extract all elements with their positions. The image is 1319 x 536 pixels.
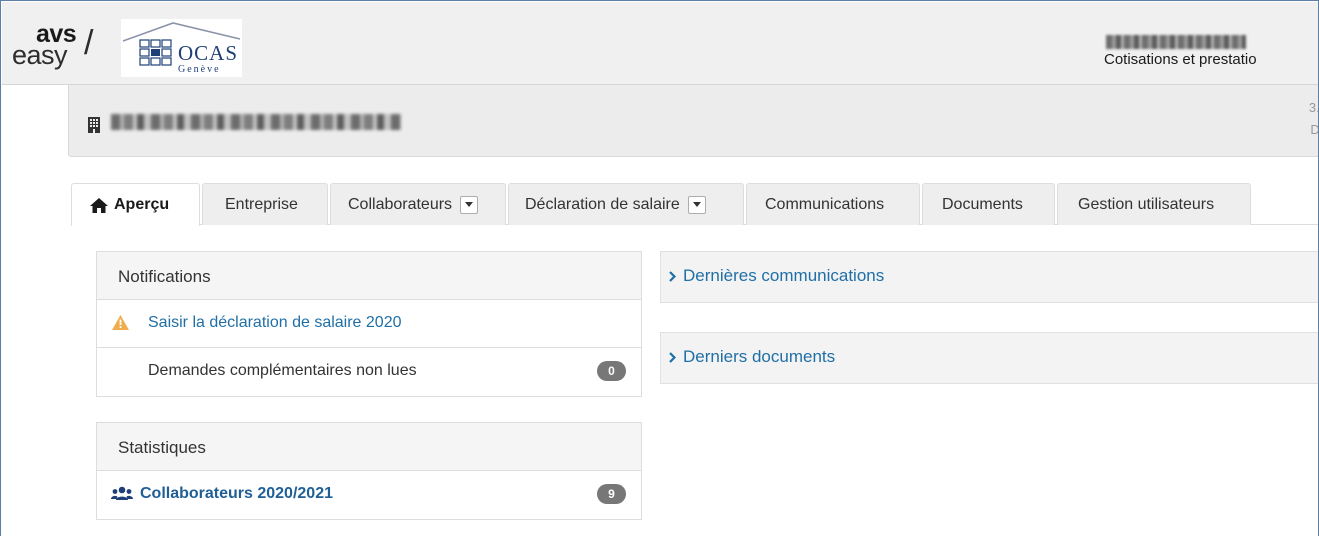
section-title[interactable]: Derniers documents	[669, 347, 836, 367]
logo-separator: /	[84, 24, 94, 62]
user-menu[interactable]: Cotisations et prestatio	[1104, 35, 1318, 68]
main-tabs: Aperçu Entreprise Collaborateurs Déclara…	[71, 183, 1318, 226]
tab-collaborateurs[interactable]: Collaborateurs	[330, 183, 506, 225]
company-header: 3.2 De	[68, 85, 1319, 157]
statistics-title: Statistiques	[97, 423, 641, 471]
notifications-title: Notifications	[97, 252, 641, 300]
tab-communications[interactable]: Communications	[746, 183, 920, 225]
company-meta-line1: 3.2	[1308, 100, 1318, 115]
chevron-down-icon[interactable]	[460, 195, 479, 214]
building-icon	[88, 117, 100, 133]
tab-gestion-utilisateurs[interactable]: Gestion utilisateurs	[1057, 183, 1251, 225]
notifications-panel: Notifications Saisir la déclaration de s…	[96, 251, 642, 397]
chevron-right-icon	[669, 352, 676, 363]
logo-easy-text: easy	[12, 40, 68, 70]
company-meta: 3.2 De	[1287, 97, 1319, 141]
user-name-redacted	[1106, 35, 1246, 49]
statistics-item[interactable]: Collaborateurs 2020/2021 9	[97, 471, 641, 518]
tab-entreprise[interactable]: Entreprise	[202, 183, 328, 225]
ocas-logo[interactable]: OCAS Genève	[121, 19, 242, 77]
notification-item[interactable]: Saisir la déclaration de salaire 2020	[97, 300, 641, 347]
users-icon	[111, 486, 133, 500]
tab-apercu[interactable]: Aperçu	[71, 183, 200, 226]
statistics-panel: Statistiques Collaborateurs 2020/2021 9	[96, 422, 642, 520]
tab-label: Collaborateurs	[348, 195, 453, 213]
tab-label: Aperçu	[114, 196, 170, 213]
tab-label: Déclaration de salaire	[525, 195, 680, 213]
chevron-down-icon[interactable]	[687, 195, 706, 214]
user-role: Cotisations et prestatio	[1104, 51, 1257, 68]
collaborateurs-stat-link[interactable]: Collaborateurs 2020/2021	[140, 485, 333, 503]
section-title[interactable]: Dernières communications	[669, 266, 885, 286]
notification-item[interactable]: Demandes complémentaires non lues 0	[97, 347, 641, 394]
notification-link[interactable]: Saisir la déclaration de salaire 2020	[148, 314, 401, 332]
home-icon	[90, 197, 108, 213]
company-meta-line2: De	[1310, 122, 1319, 137]
derniers-documents-section[interactable]: Derniers documents	[660, 332, 1318, 384]
tab-declaration-salaire[interactable]: Déclaration de salaire	[508, 183, 744, 225]
count-badge: 0	[597, 361, 626, 381]
count-badge: 9	[597, 484, 626, 504]
ocas-city: Genève	[178, 64, 221, 75]
tab-label: Communications	[765, 195, 885, 213]
section-title-text: Dernières communications	[683, 266, 885, 285]
notification-text: Demandes complémentaires non lues	[148, 362, 417, 379]
app-window: avs easy / OCAS Genève Cotisations et pr…	[0, 0, 1319, 536]
tab-label: Entreprise	[225, 195, 298, 213]
tab-label: Gestion utilisateurs	[1078, 195, 1215, 213]
dernieres-communications-section[interactable]: Dernières communications	[660, 251, 1318, 303]
warning-icon	[112, 315, 129, 330]
top-bar: avs easy / OCAS Genève Cotisations et pr…	[2, 2, 1318, 85]
tab-documents[interactable]: Documents	[922, 183, 1055, 225]
avs-easy-logo[interactable]: avs easy	[12, 22, 77, 72]
tab-label: Documents	[942, 195, 1023, 213]
ocas-name: OCAS	[178, 41, 239, 65]
section-title-text: Derniers documents	[683, 347, 836, 366]
company-name-redacted	[111, 114, 401, 130]
chevron-right-icon	[669, 271, 676, 282]
